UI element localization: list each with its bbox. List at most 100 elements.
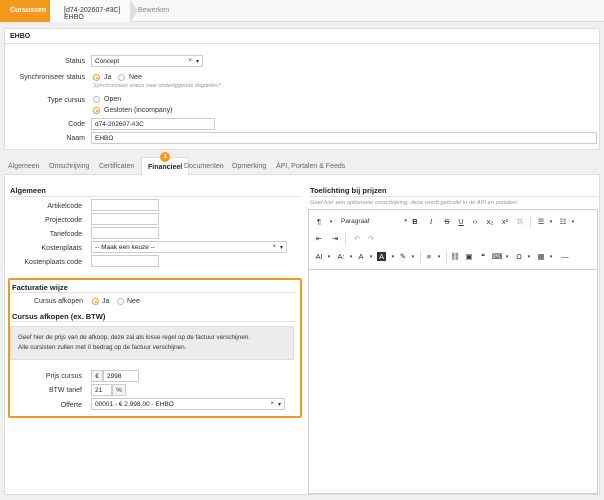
redo-icon[interactable]: ↷ xyxy=(365,233,377,245)
status-value: Concept xyxy=(95,58,120,65)
chevron-down-icon[interactable]: ▾ xyxy=(365,251,377,263)
sync-status-label: Synchroniseer status xyxy=(19,74,85,81)
link-icon[interactable]: ⛓ xyxy=(449,251,461,263)
tab-api[interactable]: API, Portalen & Feeds xyxy=(276,163,345,170)
paragraph-value: Paragraaf xyxy=(341,218,370,225)
bold-icon[interactable]: B xyxy=(409,216,421,228)
name-input[interactable]: EHBO xyxy=(91,132,597,144)
chevron-down-icon[interactable]: ▾ xyxy=(433,251,445,263)
separator xyxy=(446,251,447,263)
divider xyxy=(12,321,296,322)
name-label: Naam xyxy=(66,135,85,142)
sync-no-radio[interactable] xyxy=(118,74,125,81)
artikelcode-label: Artikelcode xyxy=(47,203,82,210)
offerte-select[interactable]: 00001 - € 2.998,00 - EHBO × ▾ xyxy=(91,398,285,410)
code-input[interactable]: d74-202607-#3C xyxy=(91,118,215,130)
tab-financieel-label: Financieel xyxy=(148,164,183,171)
afkopen-yes-label: Ja xyxy=(102,298,110,305)
divider xyxy=(12,292,296,293)
chevron-down-icon[interactable]: ▾ xyxy=(323,251,335,263)
status-label: Status xyxy=(65,58,85,65)
percent-addon: % xyxy=(112,384,126,396)
kostenplaats-select[interactable]: -- Maak een keuze -- × ▾ xyxy=(91,241,287,253)
subscript-icon[interactable]: x₂ xyxy=(484,216,496,228)
breadcrumb: Cursussen [d74-202607-#3C] EHBO Bewerken xyxy=(0,0,604,22)
horizontal-line-icon[interactable]: — xyxy=(559,251,571,263)
breadcrumb-cursussen[interactable]: Cursussen xyxy=(0,0,58,22)
strikethrough-icon[interactable]: S xyxy=(441,216,453,228)
clear-format-icon[interactable]: T̸ₓ xyxy=(514,216,526,228)
type-label: Type cursus xyxy=(47,97,85,104)
afkopen-no-radio[interactable] xyxy=(117,298,124,305)
euro-addon: € xyxy=(91,370,103,382)
separator xyxy=(345,233,346,245)
sync-yes-label: Ja xyxy=(104,74,112,81)
tab-omschrijving[interactable]: Omschrijving xyxy=(49,163,89,170)
rich-text-editor[interactable]: ¶ ▾ Paragraaf ▾ B I S U ‹› x₂ x² T̸ₓ ☰ ▾… xyxy=(308,209,598,494)
indent-icon[interactable]: ⇥ xyxy=(329,233,341,245)
projectcode-input[interactable] xyxy=(91,213,159,225)
chevron-down-icon[interactable]: ▾ xyxy=(407,251,419,263)
undo-icon[interactable]: ↶ xyxy=(351,233,363,245)
chevron-down-icon: ▾ xyxy=(279,245,283,251)
chevron-down-icon[interactable]: ▾ xyxy=(501,251,513,263)
type-open-radio[interactable] xyxy=(93,96,100,103)
btw-input[interactable]: 21 xyxy=(91,384,112,396)
tab-certificaten[interactable]: Certificaten xyxy=(99,163,134,170)
offerte-label: Offerte xyxy=(60,402,82,409)
tab-opmerking[interactable]: Opmerking xyxy=(232,163,266,170)
prijs-label: Prijs cursus xyxy=(45,373,82,380)
clear-icon[interactable]: × xyxy=(272,244,276,250)
tab-bar: Algemeen Omschrijving Certificaten 1 Fin… xyxy=(4,152,600,176)
tab-badge: 1 xyxy=(160,152,171,162)
afkopen-label: Cursus afkopen xyxy=(33,298,83,305)
type-closed-label: Gesloten (incompany) xyxy=(104,107,173,114)
sync-yes-radio[interactable] xyxy=(93,74,100,81)
kostenplaats-value: -- Maak een keuze -- xyxy=(95,244,155,251)
chevron-down-icon[interactable]: ▾ xyxy=(523,251,535,263)
chevron-down-icon[interactable]: ▾ xyxy=(545,216,557,228)
editor-toolbar: ¶ ▾ Paragraaf ▾ B I S U ‹› x₂ x² T̸ₓ ☰ ▾… xyxy=(309,210,597,270)
chevron-down-icon[interactable]: ▾ xyxy=(567,216,579,228)
type-open-label: Open xyxy=(104,96,122,103)
type-closed-radio[interactable] xyxy=(93,107,100,114)
kostenplaats-label: Kostenplaats xyxy=(41,245,82,252)
btw-label: BTW tarief xyxy=(48,387,82,394)
afkopen-no-label: Nee xyxy=(127,298,140,305)
superscript-icon[interactable]: x² xyxy=(499,216,511,228)
chevron-down-icon[interactable]: ▾ xyxy=(325,216,337,228)
status-select[interactable]: Concept × ▾ xyxy=(91,55,203,67)
paragraph-icon[interactable]: ¶ xyxy=(313,216,325,228)
tariefcode-input[interactable] xyxy=(91,227,159,239)
image-icon[interactable]: ▣ xyxy=(463,251,475,263)
outdent-icon[interactable]: ⇤ xyxy=(313,233,325,245)
tab-algemeen[interactable]: Algemeen xyxy=(8,163,40,170)
italic-icon[interactable]: I xyxy=(425,216,437,228)
paragraph-select[interactable]: Paragraaf ▾ xyxy=(341,216,409,228)
projectcode-label: Projectcode xyxy=(45,217,82,224)
general-title: Algemeen xyxy=(10,186,46,195)
background-color-icon[interactable]: A xyxy=(377,252,386,261)
tab-documenten[interactable]: Documenten xyxy=(184,163,224,170)
info-line-1: Geef hier de prijs van de afkoop, deze z… xyxy=(18,334,251,341)
tab-financieel[interactable]: 1 Financieel xyxy=(141,152,190,176)
blockquote-icon[interactable]: ❝ xyxy=(477,251,489,263)
panel-title: EHBO xyxy=(5,29,599,44)
chevron-down-icon[interactable]: ▾ xyxy=(545,251,557,263)
artikelcode-input[interactable] xyxy=(91,199,159,211)
underline-icon[interactable]: U xyxy=(455,216,467,228)
divider xyxy=(310,196,598,197)
kostenplaats-code-input[interactable] xyxy=(91,255,159,267)
course-details-panel: EHBO Status Concept × ▾ Synchroniseer st… xyxy=(4,28,600,150)
sync-no-label: Nee xyxy=(129,74,142,81)
clear-icon[interactable]: × xyxy=(188,58,192,64)
breadcrumb-course[interactable]: [d74-202607-#3C] EHBO xyxy=(50,0,138,22)
chevron-down-icon: ▾ xyxy=(404,218,407,224)
prijs-input[interactable]: 2998 xyxy=(103,370,139,382)
afkopen-yes-radio[interactable] xyxy=(92,298,99,305)
clear-icon[interactable]: × xyxy=(270,401,274,407)
tariefcode-label: Tariefcode xyxy=(49,231,82,238)
divider xyxy=(10,196,300,197)
kostenplaats-code-label: Kostenplaats code xyxy=(24,259,82,266)
code-icon[interactable]: ‹› xyxy=(469,216,481,228)
